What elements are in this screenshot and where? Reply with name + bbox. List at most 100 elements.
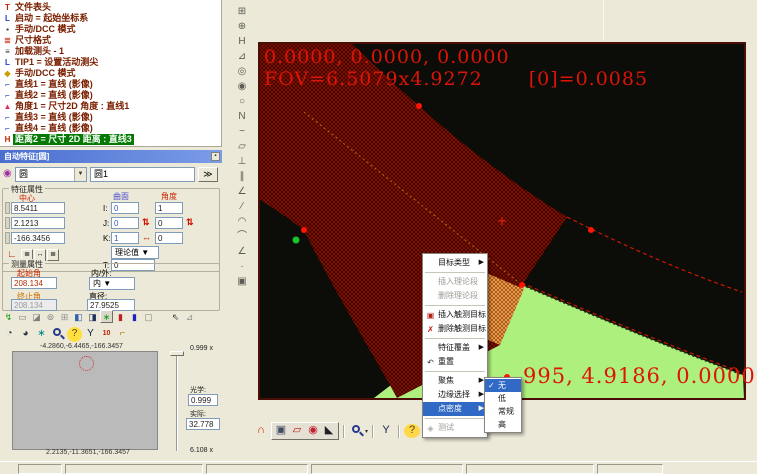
k-surface-field[interactable]: 1 (111, 232, 139, 244)
tree-item-distance2[interactable]: H距离2 = 尺寸 2D 距离 : 直线3 (2, 134, 221, 145)
measure-lightning-icon[interactable]: ↯ (2, 310, 15, 323)
circle-feature-icon[interactable]: ⊚ (44, 310, 57, 323)
menu-item-insert-hit-target[interactable]: 插入触测目标▣ (423, 308, 487, 322)
true-position-icon[interactable]: ⊕ (233, 19, 251, 34)
menu-item-delete-hit-target[interactable]: 删除触测目标✗ (423, 322, 487, 336)
cylindricity-icon[interactable]: N (233, 109, 251, 124)
plane-tool-icon[interactable]: ▭ (16, 310, 29, 323)
cylinder-tool-icon[interactable]: ◪ (30, 310, 43, 323)
snap-right-button[interactable]: ≣ (47, 249, 59, 261)
select-arrow-icon[interactable]: ⇖ (169, 310, 182, 323)
gear-settings-icon[interactable]: ∗ (100, 310, 113, 323)
menu-item-focus[interactable]: 聚焦▶ (423, 374, 487, 388)
menu-item-reset[interactable]: 重置↶ (423, 355, 487, 369)
magnet-snap-icon[interactable]: ∩ (253, 423, 269, 439)
center-z-field[interactable]: -166.3456 (11, 232, 65, 244)
tree-item-dim-format[interactable]: ≣尺寸格式 (2, 35, 221, 46)
zoom-slider[interactable] (170, 349, 186, 453)
tree-item-angle1[interactable]: ▲角度1 = 尺寸2D 角度 : 直线1 (2, 101, 221, 112)
tree-item-startup[interactable]: L启动 = 起始坐标系 (2, 13, 221, 24)
i-surface-field[interactable]: 0 (111, 202, 139, 214)
start-angle-field[interactable]: 208.134 (11, 277, 57, 289)
tree-item-load-probe[interactable]: ≡加载测头 - 1 (2, 46, 221, 57)
frame-tool-icon[interactable]: ▢ (142, 310, 155, 323)
point-icon[interactable]: · (233, 259, 251, 274)
submenu-item-density-low[interactable]: 低 (485, 392, 521, 405)
target-handle-dot[interactable] (416, 103, 422, 109)
menu-item-edge-select[interactable]: 边缘选择▶ (423, 388, 487, 402)
submenu-item-density-high[interactable]: 高 (485, 418, 521, 431)
perpendicularity-icon[interactable]: ⊥ (233, 154, 251, 169)
camera-icon[interactable]: ▣ (273, 423, 289, 439)
i-angle-field[interactable]: 1 (155, 202, 183, 214)
probe-y-icon[interactable]: Y (83, 327, 98, 342)
magnifier-icon[interactable] (50, 326, 66, 342)
menu-item-point-density[interactable]: 点密度▶ (423, 402, 487, 416)
camera-live-view[interactable] (12, 351, 158, 450)
measurement-view-canvas[interactable] (260, 44, 744, 398)
zoom-slider-track[interactable] (176, 353, 178, 451)
j-angle-field[interactable]: 0 (155, 217, 183, 229)
magnifier-tool-icon-dropdown[interactable]: ▾ (365, 428, 368, 435)
k-swap-icon[interactable]: ↔ (142, 232, 151, 242)
tree-item-line3[interactable]: ⌐直线3 = 直线 (影像) (2, 112, 221, 123)
tree-item-file-header[interactable]: T文件表头 (2, 2, 221, 13)
center-x-field[interactable]: 8.5411 (11, 202, 65, 214)
view-window-icon[interactable]: ◨ (86, 310, 99, 323)
circular-runout-icon[interactable]: ◉ (233, 79, 251, 94)
tree-item-line1[interactable]: ⌐直线1 = 直线 (影像) (2, 79, 221, 90)
display-window-icon[interactable]: ◧ (72, 310, 85, 323)
measurement-viewport[interactable]: 0.0000, 0.0000, 0.0000 FOV=6.5079x4.9272… (258, 42, 746, 400)
panel-titlebar[interactable]: 自动特征[圆] ▪ (0, 150, 222, 163)
cone-tool-icon[interactable]: ◣ (321, 423, 337, 439)
x-spin[interactable] (5, 202, 10, 214)
tree-item-line2[interactable]: ⌐直线2 = 直线 (影像) (2, 90, 221, 101)
pattern-tool-icon[interactable]: ⊞ (58, 310, 71, 323)
j-surface-field[interactable]: 0 (111, 217, 139, 229)
edit-window-tree[interactable]: T文件表头L启动 = 起始坐标系▪手动/DCC 模式≣尺寸格式≡加载测头 - 1… (0, 0, 222, 147)
goblet-probe-icon[interactable]: Y (378, 423, 394, 439)
theo-dropdown-icon[interactable]: ▼ (141, 248, 149, 257)
light-ten-icon[interactable]: 10 (99, 327, 114, 342)
optical-field[interactable]: 0.999 (188, 394, 218, 406)
tree-item-line4[interactable]: ⌐直线4 = 直线 (影像) (2, 123, 221, 134)
tree-item-manual-dcc-mode-2[interactable]: ◆手动/DCC 模式 (2, 68, 221, 79)
circle-target-icon[interactable]: ◉ (305, 423, 321, 439)
j-spin-icon[interactable]: ⇅ (142, 217, 150, 228)
angle-dim-icon[interactable]: ∠ (233, 244, 251, 259)
magnifier-tool-icon[interactable] (349, 423, 365, 439)
region-select-icon[interactable]: ⊿ (183, 310, 196, 323)
menu-item-feature-override[interactable]: 特征覆盖▶ (423, 341, 487, 355)
target-handle-dot[interactable] (519, 282, 525, 288)
edit-target-icon[interactable]: ▱ (289, 423, 305, 439)
contrast-dark-icon[interactable]: ◔ (2, 327, 17, 342)
center-y-field[interactable]: 2.1213 (11, 217, 65, 229)
combo-dropdown-icon[interactable]: ▼ (74, 168, 86, 181)
profile-surface-icon[interactable]: ◠ (233, 214, 251, 229)
start-point-dot[interactable] (293, 237, 300, 244)
target-handle-dot[interactable] (588, 227, 594, 233)
bulb-help-icon[interactable]: ? (404, 424, 420, 438)
actual-field[interactable]: 32.778 (186, 418, 220, 430)
submenu-item-density-normal[interactable]: 常规 (485, 405, 521, 418)
feature-type-combo[interactable]: 圆 ▼ (15, 167, 87, 182)
theo-value-dropdown[interactable]: 理论值 ▼ (111, 246, 159, 259)
roundness-icon[interactable]: ○ (233, 94, 251, 109)
crosshair-star-icon[interactable]: ∗ (34, 327, 49, 342)
y-spin[interactable] (5, 217, 10, 229)
k-angle-field[interactable]: 0 (155, 232, 183, 244)
tree-item-manual-dcc-mode[interactable]: ▪手动/DCC 模式 (2, 24, 221, 35)
submenu-item-density-none[interactable]: 无✓ (485, 379, 521, 392)
stage-arrow-icon[interactable]: ⌐ (115, 327, 130, 342)
parallelism-icon[interactable]: ∥ (233, 169, 251, 184)
red-chart-icon[interactable]: ▮ (114, 310, 127, 323)
inout-dropdown[interactable]: 内 ▼ (89, 277, 135, 290)
straightness-icon[interactable]: − (233, 124, 251, 139)
expand-button[interactable]: ≫ (198, 167, 218, 182)
menu-item-target-type[interactable]: 目标类型▶ (423, 256, 487, 270)
inout-dropdown-icon[interactable]: ▼ (103, 279, 111, 288)
tree-item-tip1[interactable]: LTIP1 = 设置活动测尖 (2, 57, 221, 68)
j-angle-spin-icon[interactable]: ⇅ (186, 217, 194, 228)
runout-icon[interactable]: ∕ (233, 199, 251, 214)
target-handle-dot[interactable] (301, 227, 307, 233)
